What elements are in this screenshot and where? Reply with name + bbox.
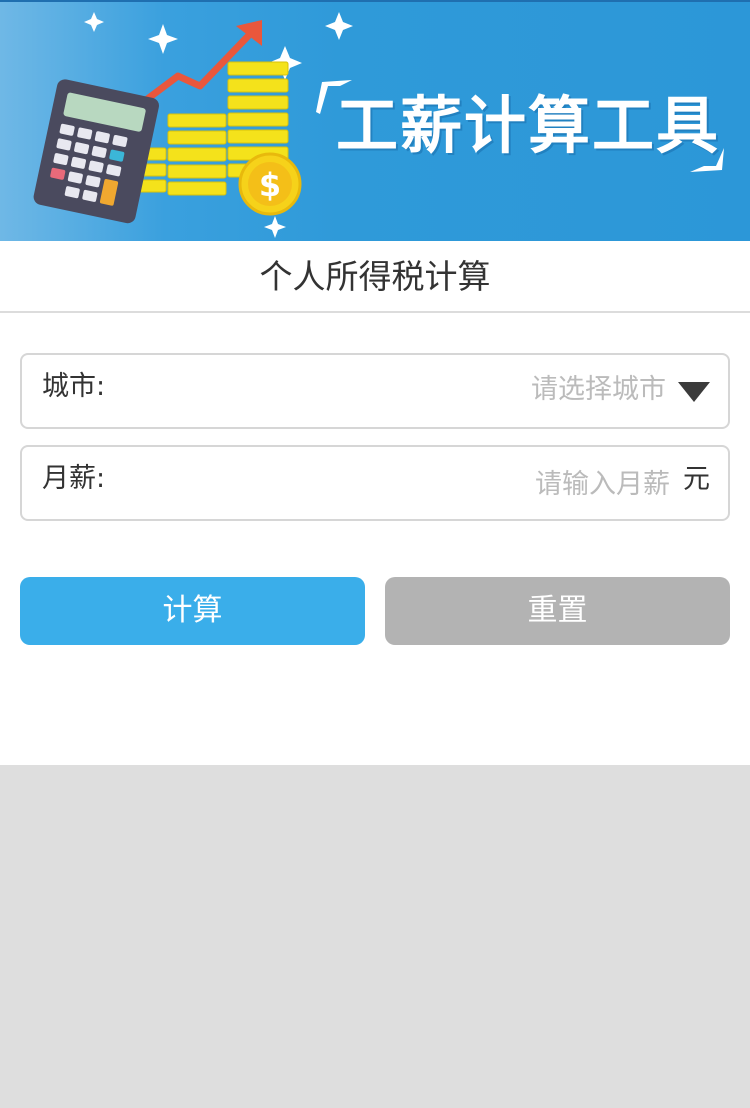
page-title: 个人所得税计算 (0, 241, 750, 313)
city-label: 城市: (42, 371, 106, 402)
salary-field[interactable]: 月薪: 元 (20, 445, 730, 521)
sparkle-icon (264, 216, 286, 238)
sparkle-icon (148, 24, 178, 54)
main-content: 个人所得税计算 城市: 请选择城市 月薪: 元 计算 重置 (0, 241, 750, 765)
sparkle-icon (84, 12, 104, 32)
chevron-down-icon[interactable] (678, 382, 710, 402)
calculate-button[interactable]: 计算 (20, 577, 365, 645)
unit-label: 元 (683, 464, 710, 495)
sparkle-icon (325, 12, 353, 40)
empty-area (0, 765, 750, 1108)
calculator-icon (33, 79, 159, 224)
reset-button[interactable]: 重置 (385, 577, 730, 645)
city-select[interactable]: 请选择城市 (531, 355, 666, 425)
svg-text:$: $ (259, 166, 281, 204)
header-banner: $ 工薪计算工具 (0, 0, 750, 241)
salary-input[interactable] (250, 459, 670, 509)
city-field[interactable]: 城市: 请选择城市 (20, 353, 730, 429)
banner-title: 工薪计算工具 (336, 89, 721, 162)
salary-label: 月薪: (42, 463, 106, 494)
dollar-coin-icon: $ (238, 152, 302, 216)
